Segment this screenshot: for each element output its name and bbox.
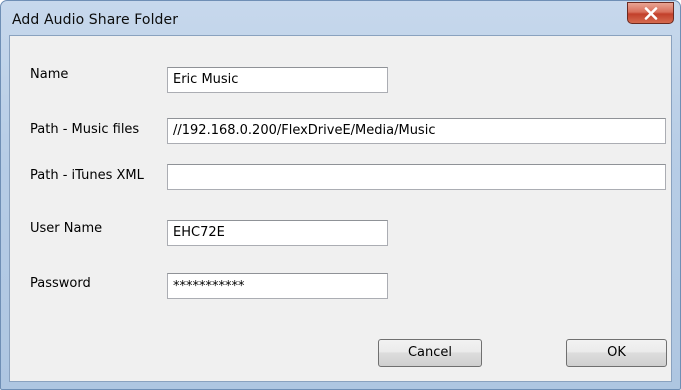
ok-button[interactable]: OK <box>566 339 667 367</box>
music-path-field[interactable]: //192.168.0.200/FlexDriveE/Media/Music <box>167 118 666 144</box>
name-label: Name <box>30 67 69 82</box>
cancel-button[interactable]: Cancel <box>378 339 482 367</box>
password-field[interactable]: *********** <box>167 273 388 299</box>
username-label: User Name <box>30 221 103 236</box>
close-button[interactable] <box>627 2 674 24</box>
title-bar[interactable]: Add Audio Share Folder <box>1 1 680 37</box>
dialog-window: Add Audio Share Folder Name Eric Music P… <box>0 0 681 390</box>
name-field[interactable]: Eric Music <box>167 67 388 93</box>
dialog-body: Name Eric Music Path - Music files //192… <box>9 35 672 382</box>
username-field[interactable]: EHC72E <box>167 220 388 246</box>
password-label: Password <box>30 276 91 291</box>
music-path-label: Path - Music files <box>30 122 140 137</box>
itunes-path-field[interactable] <box>167 164 666 190</box>
window-title: Add Audio Share Folder <box>12 12 179 28</box>
close-x-icon <box>644 7 658 20</box>
itunes-path-label: Path - iTunes XML <box>30 168 144 183</box>
